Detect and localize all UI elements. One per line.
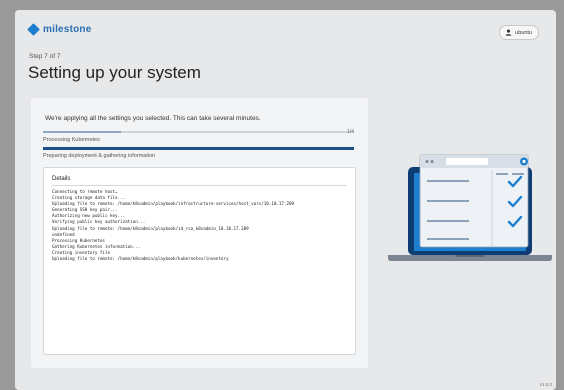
current-task-label: Processing Kubernetes bbox=[43, 137, 100, 143]
logo-text: milestone bbox=[43, 24, 92, 35]
page-title: Setting up your system bbox=[28, 63, 201, 82]
progress-card: We're applying all the settings you sele… bbox=[31, 98, 368, 368]
progress-count: 1/4 bbox=[347, 129, 354, 135]
user-icon bbox=[505, 29, 512, 36]
task-progress-fill bbox=[43, 147, 354, 150]
logo-diamond-icon bbox=[27, 23, 40, 36]
details-heading: Details bbox=[52, 176, 71, 182]
details-log: Connecting to remote host… Creating stora… bbox=[52, 189, 349, 262]
overall-progress-bar bbox=[43, 131, 354, 133]
details-panel[interactable]: Details Connecting to remote host… Creati… bbox=[43, 167, 356, 355]
details-divider bbox=[52, 185, 347, 186]
task-progress-bar bbox=[43, 147, 354, 150]
user-menu-button[interactable]: ubuntu bbox=[499, 25, 539, 40]
milestone-logo: milestone bbox=[27, 23, 92, 36]
current-step-label: Preparing deployment & gathering informa… bbox=[43, 153, 156, 159]
step-indicator: Step 7 of 7 bbox=[29, 53, 61, 60]
user-name: ubuntu bbox=[515, 29, 532, 36]
laptop-checklist-illustration bbox=[388, 154, 552, 261]
log-line: Uploading file to remote: /home/k8sadmin… bbox=[52, 256, 229, 262]
overall-progress-fill bbox=[43, 131, 121, 133]
installer-window: milestone ubuntu Step 7 of 7 Setting up … bbox=[15, 10, 556, 390]
progress-intro-text: We're applying all the settings you sele… bbox=[45, 115, 261, 122]
